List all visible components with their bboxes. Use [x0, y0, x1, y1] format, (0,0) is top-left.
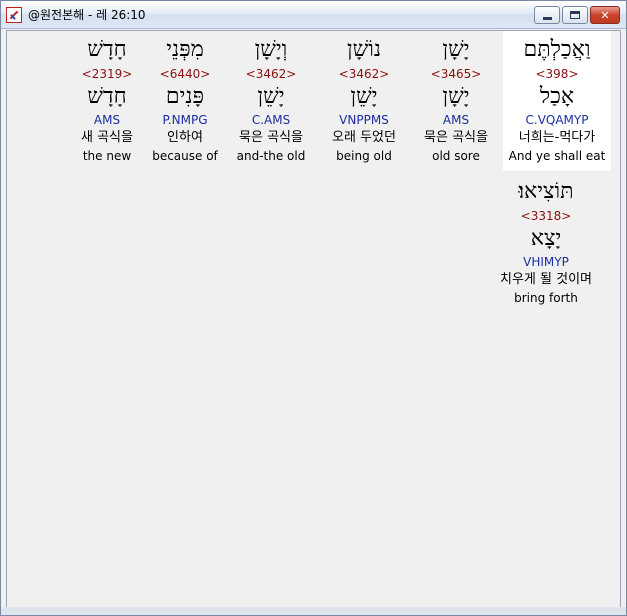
lemma-word: פָּנִים — [165, 84, 205, 109]
word-block[interactable]: נוֹשָׁן <3462> יָשֵׁן VNPPMS 오래 두었던 bein… — [319, 31, 409, 171]
parse-code: AMS — [93, 113, 121, 127]
interlinear-panel: וַאֲכַלְתֶּם <398> אָכַל C.VQAMYP 너희는-먹다… — [6, 30, 621, 609]
hebrew-word: נוֹשָׁן — [347, 37, 381, 62]
parse-code: VNPPMS — [339, 113, 389, 127]
hebrew-word: וְיָשָׁן — [254, 37, 288, 62]
english-gloss: old sore — [432, 149, 480, 163]
word-block[interactable]: יָשָׁן <3465> יָשָׁן AMS 묵은 곡식을 old sore — [411, 31, 501, 171]
close-button[interactable]: ✕ — [590, 6, 620, 24]
parse-code: VHIMYP — [523, 255, 569, 269]
lemma-word: חָדָשׁ — [87, 84, 127, 109]
english-gloss: because of — [152, 149, 218, 163]
caption-buttons: ✕ — [534, 6, 620, 24]
minimize-icon — [542, 16, 552, 20]
korean-gloss: 묵은 곡식을 — [239, 130, 303, 145]
minimize-button[interactable] — [534, 6, 560, 24]
app-icon[interactable] — [6, 6, 22, 23]
strong-number[interactable]: <3318> — [481, 207, 611, 225]
korean-gloss: 너희는-먹다가 — [518, 130, 596, 145]
maximize-button[interactable] — [562, 6, 588, 24]
korean-gloss: 새 곡식을 — [81, 130, 133, 145]
lemma-word: יָשֵׁן — [257, 84, 285, 109]
maximize-icon — [570, 11, 580, 19]
korean-gloss: 오래 두었던 — [332, 130, 396, 145]
app-window: @원전본해 - 레 26:10 ✕ וַאֲכַלְתֶּם <398> אָכ… — [0, 0, 627, 616]
strong-number[interactable]: <3465> — [411, 65, 501, 83]
hebrew-word: וַאֲכַלְתֶּם — [523, 37, 591, 62]
hebrew-word: תּוֹצִיאוּ׃ — [518, 179, 574, 204]
english-gloss: bring forth — [514, 291, 578, 305]
lemma-word: יָצָא — [530, 226, 562, 251]
parse-code: P.NMPG — [162, 113, 208, 127]
korean-gloss: 인하여 — [167, 130, 203, 145]
strong-number[interactable]: <398> — [503, 65, 611, 83]
parse-code: C.VQAMYP — [525, 113, 589, 127]
word-block[interactable]: חָדָשׁ <2319> חָדָשׁ AMS 새 곡식을 the new — [69, 31, 145, 171]
parse-code: C.AMS — [251, 113, 291, 127]
lemma-word: יָשֵׁן — [350, 84, 378, 109]
word-block[interactable]: וְיָשָׁן <3462> יָשֵׁן C.AMS 묵은 곡식을 and-… — [225, 31, 317, 171]
hebrew-word: יָשָׁן — [442, 37, 470, 62]
close-icon: ✕ — [600, 8, 610, 22]
hebrew-word: חָדָשׁ — [87, 37, 127, 62]
window-title: @원전본해 - 레 26:10 — [28, 8, 146, 22]
word-block[interactable]: וַאֲכַלְתֶּם <398> אָכַל C.VQAMYP 너희는-먹다… — [503, 31, 611, 171]
english-gloss: being old — [336, 149, 392, 163]
english-gloss: And ye shall eat — [508, 149, 606, 163]
lemma-word: אָכַל — [539, 84, 575, 109]
word-block[interactable]: מִפְּנֵי <6440> פָּנִים P.NMPG 인하여 becau… — [147, 31, 223, 171]
hebrew-word: מִפְּנֵי — [166, 37, 204, 62]
korean-gloss: 치우게 될 것이며 — [500, 272, 592, 287]
strong-number[interactable]: <6440> — [147, 65, 223, 83]
english-gloss: and-the old — [236, 149, 306, 163]
title-bar[interactable]: @원전본해 - 레 26:10 ✕ — [1, 1, 626, 29]
word-block[interactable]: תּוֹצִיאוּ׃ <3318> יָצָא VHIMYP 치우게 될 것이… — [481, 173, 611, 313]
lemma-word: יָשָׁן — [442, 84, 470, 109]
window-bottom-edge — [1, 607, 626, 615]
strong-number[interactable]: <3462> — [225, 65, 317, 83]
english-gloss: the new — [82, 149, 132, 163]
strong-number[interactable]: <2319> — [69, 65, 145, 83]
korean-gloss: 묵은 곡식을 — [424, 130, 488, 145]
parse-code: AMS — [442, 113, 470, 127]
strong-number[interactable]: <3462> — [319, 65, 409, 83]
